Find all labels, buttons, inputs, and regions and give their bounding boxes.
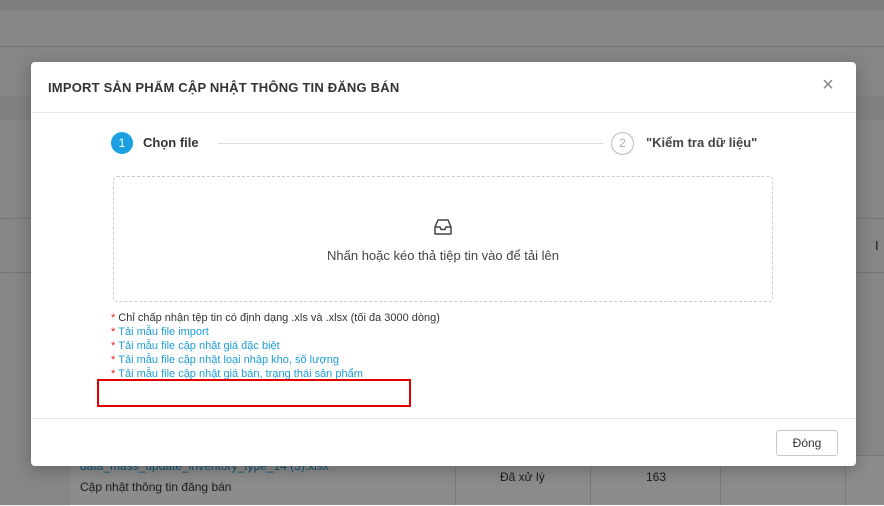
download-inventory-template-link[interactable]: Tải mẫu file cập nhật loại nhập kho, số …	[118, 354, 339, 366]
step-1-number: 1	[111, 132, 133, 154]
note-template-import: * Tải mẫu file import	[111, 325, 440, 339]
close-icon[interactable]: ×	[818, 75, 838, 95]
steps: 1 Chọn file 2 "Kiểm tra dữ liệu"	[111, 132, 791, 156]
note-template-special-price: * Tải mẫu file cập nhật giá đặc biệt	[111, 339, 440, 353]
required-star: *	[111, 354, 116, 366]
required-star: *	[111, 312, 116, 324]
note-file-format: * Chỉ chấp nhận tệp tin có định dạng .xls…	[111, 311, 440, 325]
download-import-template-link[interactable]: Tải mẫu file import	[118, 326, 208, 338]
note-template-inventory: * Tải mẫu file cập nhật loại nhập kho, số…	[111, 353, 440, 367]
step-1-label: Chọn file	[143, 135, 199, 150]
required-star: *	[111, 340, 116, 352]
close-button[interactable]: Đóng	[776, 430, 838, 456]
step-2-number: 2	[611, 132, 634, 155]
inbox-icon	[434, 219, 452, 235]
step-connector	[218, 143, 603, 144]
modal-footer: Đóng	[31, 418, 856, 466]
required-star: *	[111, 326, 116, 338]
step-2-label: "Kiểm tra dữ liệu"	[646, 135, 758, 150]
dropzone-text: Nhấn hoặc kéo thả tiệp tin vào để tải lê…	[327, 248, 559, 263]
notes-list: * Chỉ chấp nhận tệp tin có định dạng .xls…	[111, 311, 440, 381]
download-special-price-template-link[interactable]: Tải mẫu file cập nhật giá đặc biệt	[118, 340, 279, 352]
modal-header: IMPORT SẢN PHẨM CẬP NHẬT THÔNG TIN ĐĂNG …	[31, 62, 856, 113]
highlight-annotation	[97, 379, 411, 407]
modal-title: IMPORT SẢN PHẨM CẬP NHẬT THÔNG TIN ĐĂNG …	[48, 80, 400, 95]
modal-body: 1 Chọn file 2 "Kiểm tra dữ liệu" Nhấn ho…	[31, 113, 856, 418]
note-text: Chỉ chấp nhận tệp tin có định dạng .xls …	[118, 312, 440, 324]
import-modal: IMPORT SẢN PHẨM CẬP NHẬT THÔNG TIN ĐĂNG …	[31, 62, 856, 466]
file-dropzone[interactable]: Nhấn hoặc kéo thả tiệp tin vào để tải lê…	[113, 176, 773, 302]
